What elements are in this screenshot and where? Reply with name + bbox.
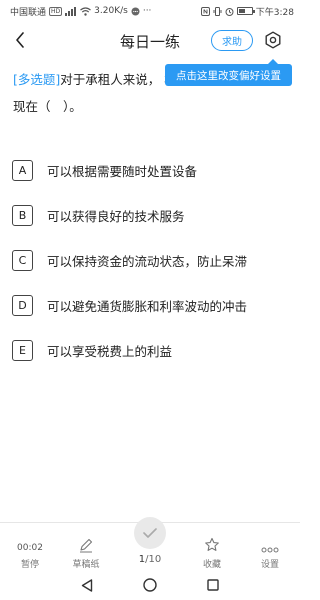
favorite-label: 收藏 bbox=[202, 560, 221, 570]
favorite-button[interactable]: 收藏 bbox=[182, 523, 242, 571]
option-a[interactable]: A 可以根据需要随时处置设备 bbox=[12, 148, 292, 193]
option-c[interactable]: C 可以保持资金的流动状态，防止呆滞 bbox=[12, 238, 292, 283]
preferences-button[interactable] bbox=[262, 29, 284, 51]
star-icon bbox=[205, 537, 219, 551]
nav-recents-button[interactable] bbox=[204, 576, 222, 594]
clock: 下午3:28 bbox=[255, 7, 294, 18]
nav-home-button[interactable] bbox=[141, 576, 159, 594]
submit-button[interactable] bbox=[134, 517, 166, 549]
square-recents-icon bbox=[207, 579, 219, 591]
carrier-name: 中国联通 bbox=[10, 7, 47, 18]
message-icon bbox=[131, 7, 140, 16]
option-letter: E bbox=[12, 340, 33, 361]
pen-icon bbox=[80, 538, 93, 553]
option-letter: A bbox=[12, 160, 33, 181]
option-text: 可以保持资金的流动状态，防止呆滞 bbox=[47, 254, 248, 269]
help-button[interactable]: 求助 bbox=[211, 30, 253, 51]
hd-badge: HD bbox=[49, 6, 63, 16]
question-type-tag: [多选题] bbox=[13, 72, 61, 87]
option-letter: B bbox=[12, 205, 33, 226]
alarm-icon bbox=[225, 7, 234, 16]
vibrate-icon bbox=[213, 6, 222, 16]
option-d[interactable]: D 可以避免通货膨胀和利率波动的冲击 bbox=[12, 283, 292, 328]
answer-options: A 可以根据需要随时处置设备 B 可以获得良好的技术服务 C 可以保持资金的流动… bbox=[12, 148, 292, 373]
timer-value: 00:02 bbox=[17, 543, 43, 553]
more-notifications-icon: ··· bbox=[142, 6, 152, 16]
more-dots-icon bbox=[261, 547, 279, 553]
status-bar: 中国联通 HD 3.20K/s ··· 下午3:28 bbox=[0, 0, 300, 22]
option-text: 可以享受税费上的利益 bbox=[47, 344, 173, 359]
option-b[interactable]: B 可以获得良好的技术服务 bbox=[12, 193, 292, 238]
network-speed: 3.20K/s bbox=[94, 6, 128, 16]
preferences-tooltip[interactable]: 点击这里改变偏好设置 bbox=[165, 59, 292, 86]
wifi-icon bbox=[80, 6, 92, 16]
header: 每日一练 求助 bbox=[0, 22, 300, 60]
option-letter: C bbox=[12, 250, 33, 271]
battery-icon bbox=[236, 7, 255, 15]
status-left: 中国联通 HD 3.20K/s ··· bbox=[10, 5, 151, 18]
triangle-back-icon bbox=[81, 578, 93, 592]
battery-level bbox=[238, 9, 246, 13]
total-pages: /10 bbox=[145, 554, 162, 565]
check-icon bbox=[143, 528, 157, 538]
option-text: 可以获得良好的技术服务 bbox=[47, 209, 185, 224]
signal-icon bbox=[65, 6, 77, 16]
nav-back-button[interactable] bbox=[78, 576, 96, 594]
settings-label: 设置 bbox=[260, 560, 279, 570]
page-title: 每日一练 bbox=[119, 33, 180, 51]
status-right: 下午3:28 bbox=[200, 5, 294, 18]
bottom-toolbar: 00:02 暂停 草稿纸 1/10 收藏 设置 bbox=[0, 517, 300, 571]
system-navigation-bar bbox=[0, 570, 300, 600]
gear-icon bbox=[265, 31, 281, 49]
option-e[interactable]: E 可以享受税费上的利益 bbox=[12, 328, 292, 373]
circle-home-icon bbox=[143, 578, 157, 592]
option-text: 可以根据需要随时处置设备 bbox=[47, 164, 198, 179]
settings-button[interactable]: 设置 bbox=[240, 523, 300, 571]
nfc-icon bbox=[200, 6, 210, 16]
option-text: 可以避免通货膨胀和利率波动的冲击 bbox=[47, 299, 248, 314]
option-letter: D bbox=[12, 295, 33, 316]
